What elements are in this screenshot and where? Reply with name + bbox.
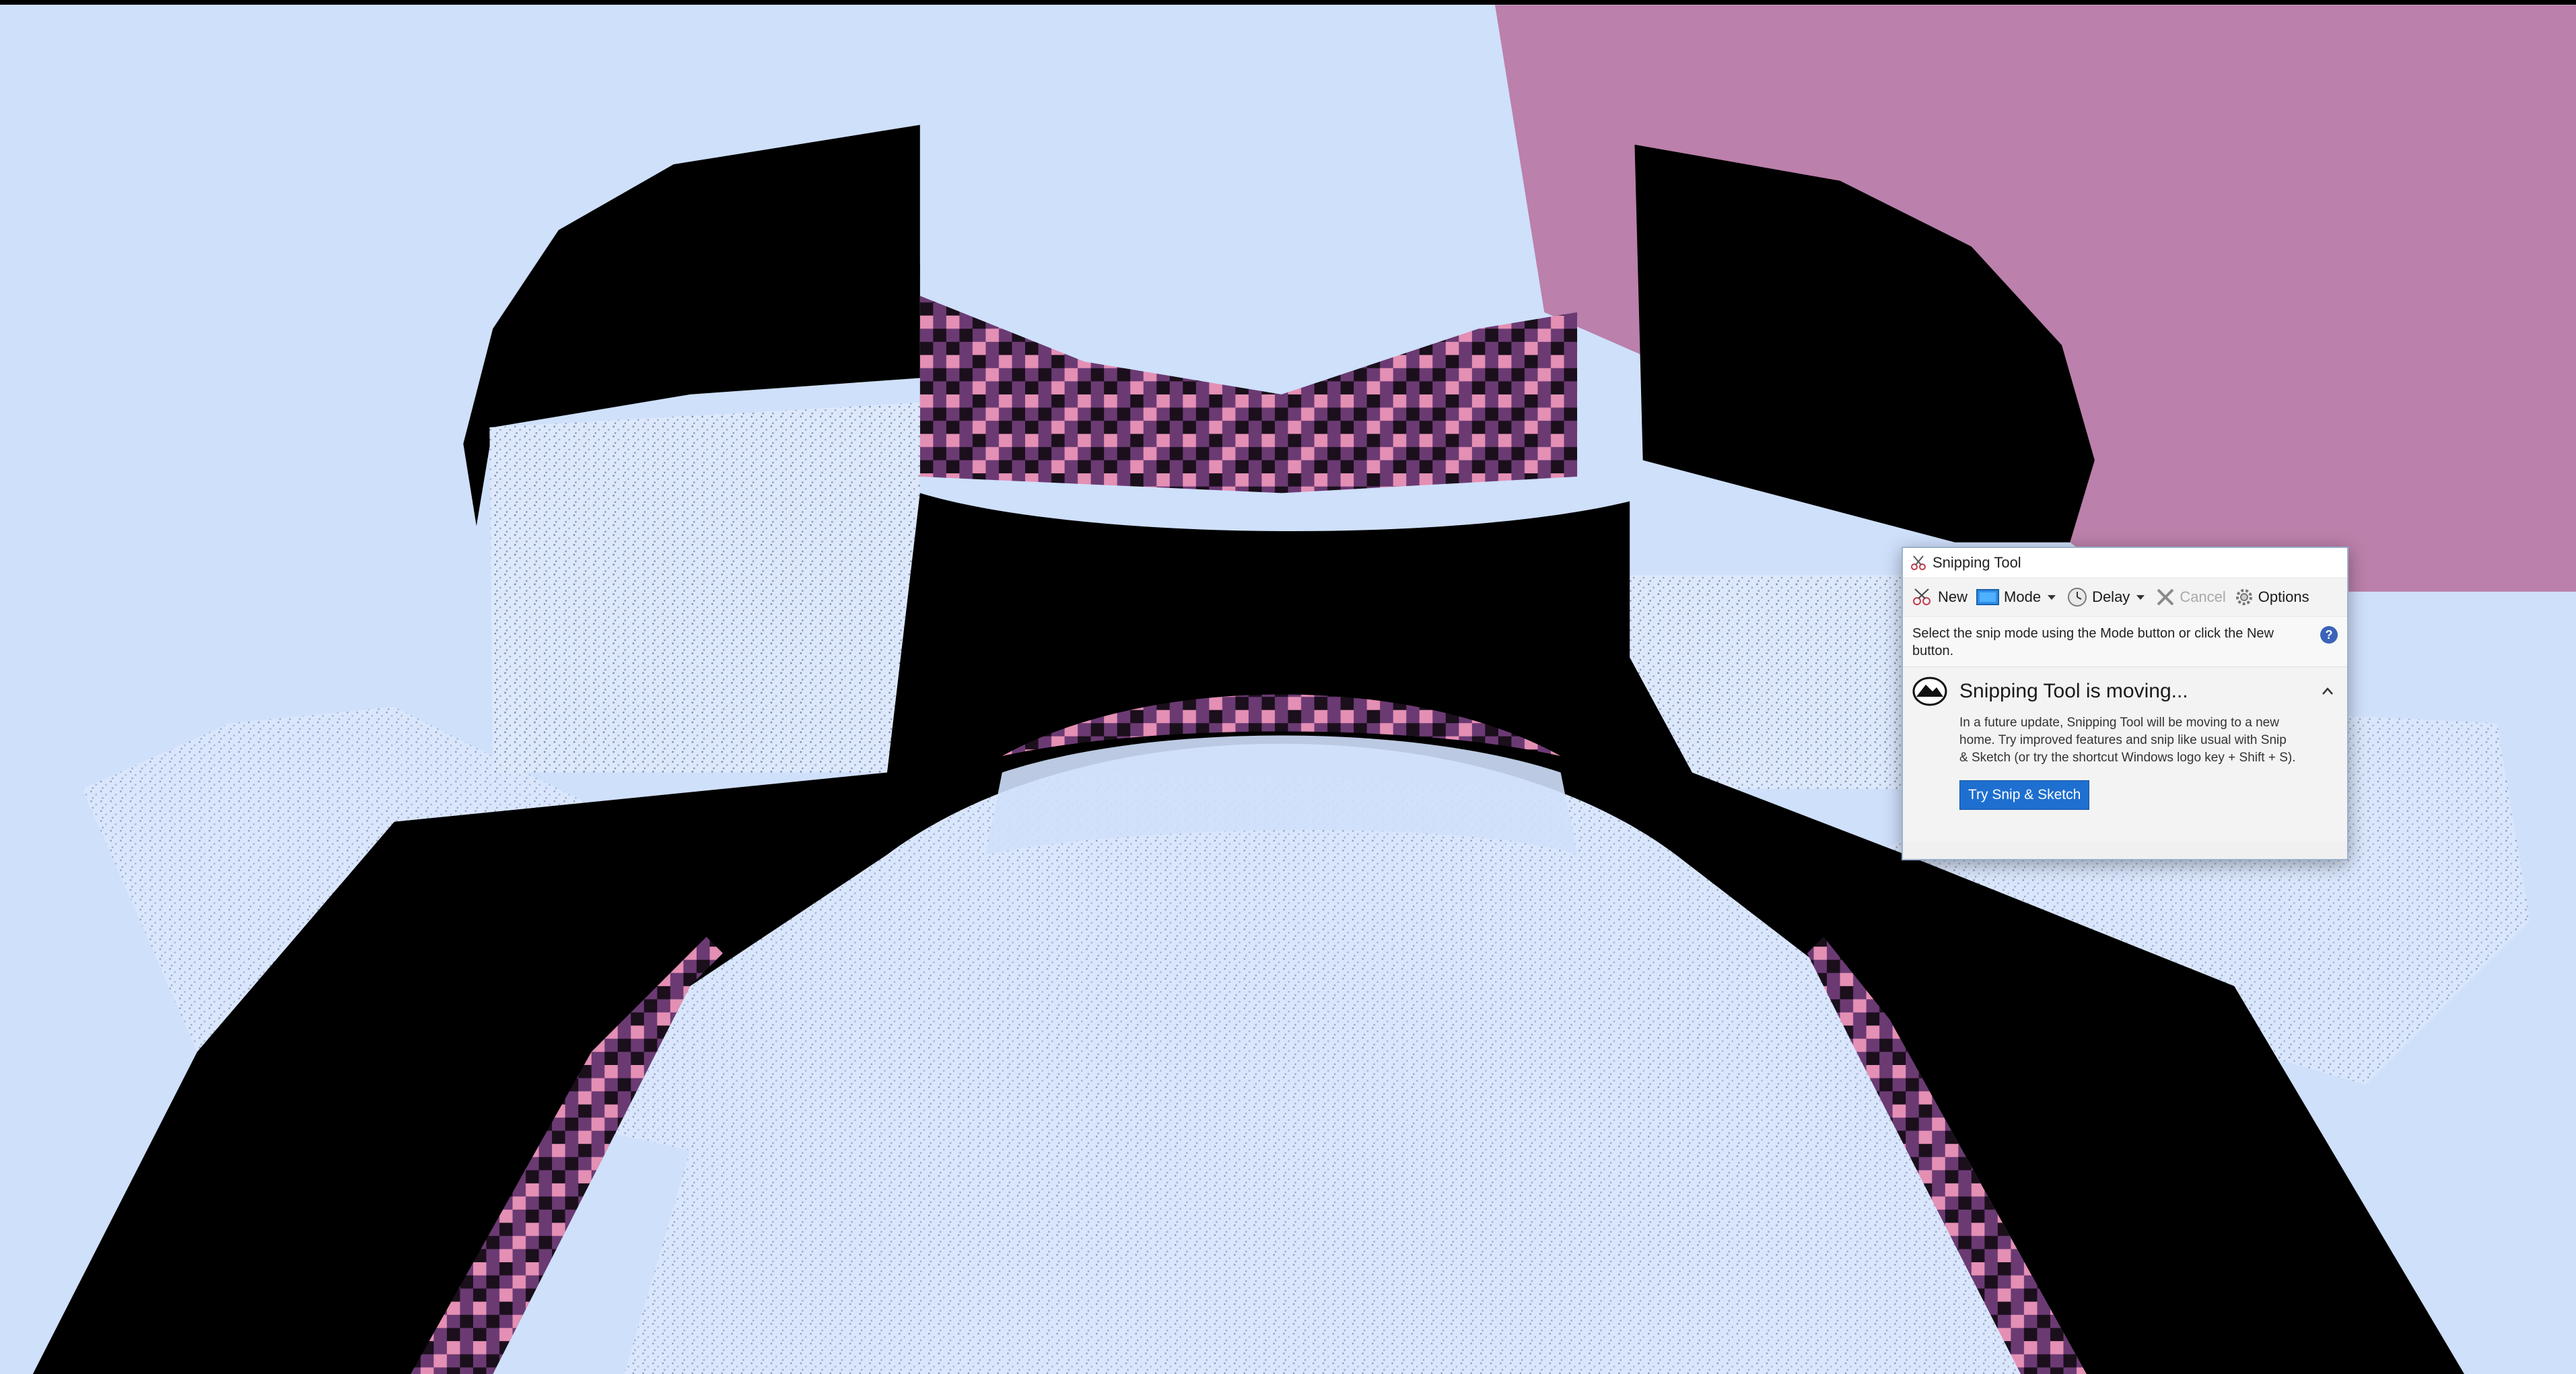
- cancel-x-icon: [2157, 588, 2174, 606]
- instruction-text: Select the snip mode using the Mode butt…: [1912, 626, 2274, 658]
- mode-icon: [1976, 589, 2000, 605]
- new-snip-icon: [1913, 588, 1930, 605]
- mode-button[interactable]: Mode: [1972, 582, 2045, 612]
- toolbar: New Mode Delay Cancel Options: [1903, 578, 2347, 617]
- title-bar[interactable]: Snipping Tool: [1903, 548, 2347, 578]
- moving-notice-panel: Snipping Tool is moving... In a future u…: [1903, 666, 2347, 841]
- 3d-viewport[interactable]: Snipping Tool New Mode Delay Cancel Opti…: [0, 0, 2576, 1374]
- mode-dropdown-arrow-icon[interactable]: [2048, 594, 2056, 600]
- mode-button-label: Mode: [2004, 588, 2042, 605]
- cancel-button[interactable]: Cancel: [2151, 582, 2229, 612]
- delay-button-label: Delay: [2092, 588, 2130, 605]
- delay-dropdown-arrow-icon[interactable]: [2136, 594, 2145, 600]
- clock-icon: [2068, 588, 2087, 607]
- options-button[interactable]: Options: [2230, 582, 2313, 612]
- cancel-button-label: Cancel: [2180, 588, 2226, 605]
- notice-header: Snipping Tool is moving...: [1912, 677, 2336, 706]
- gear-icon: [2235, 589, 2252, 605]
- new-button-label: New: [1938, 588, 1968, 605]
- snipping-tool-window[interactable]: Snipping Tool New Mode Delay Cancel Opti…: [1902, 547, 2348, 860]
- window-title: Snipping Tool: [1933, 554, 2021, 571]
- snip-sketch-logo-icon: [1912, 677, 1947, 706]
- delay-button[interactable]: Delay: [2062, 582, 2134, 612]
- instruction-panel: Select the snip mode using the Mode butt…: [1903, 617, 2347, 666]
- new-button[interactable]: New: [1907, 582, 1972, 612]
- try-snip-sketch-button[interactable]: Try Snip & Sketch: [1959, 780, 2090, 810]
- help-icon[interactable]: ?: [2320, 626, 2338, 644]
- chevron-up-icon[interactable]: [2319, 683, 2336, 700]
- top-edge-bar: [0, 0, 2576, 5]
- notice-body-text: In a future update, Snipping Tool will b…: [1959, 716, 2296, 765]
- scissors-icon: [1911, 555, 1926, 570]
- options-button-label: Options: [2258, 588, 2309, 605]
- notice-title: Snipping Tool is moving...: [1959, 680, 2188, 702]
